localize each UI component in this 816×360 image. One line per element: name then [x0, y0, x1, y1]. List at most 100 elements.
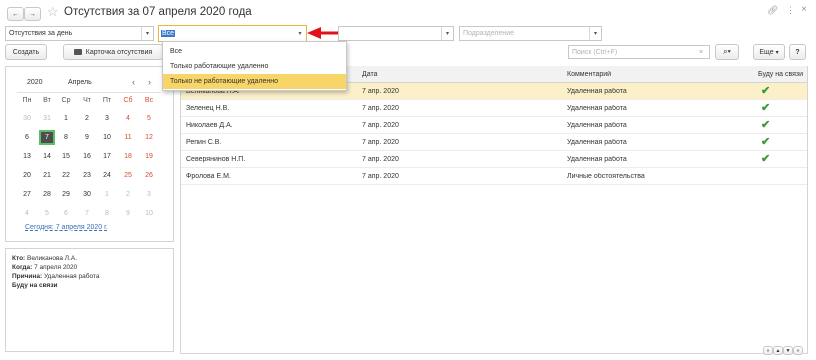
calendar-day[interactable]: 5: [39, 210, 55, 217]
table-nav-buttons: « ▲ ▼ »: [763, 346, 803, 355]
remote-filter-select[interactable]: Все ▾: [158, 25, 307, 42]
table-row[interactable]: Северянинов Н.П. 7 апр. 2020 Удаленная раб…: [181, 151, 807, 168]
period-select-value: Отсутствия за день: [9, 30, 73, 37]
dropdown-option[interactable]: Все: [163, 44, 346, 59]
chevron-down-icon[interactable]: ▾: [441, 27, 453, 40]
dropdown-option[interactable]: Только работающие удаленно: [163, 59, 346, 74]
weekday-label: Пн: [22, 97, 32, 104]
calendar-day[interactable]: 16: [79, 153, 95, 160]
calendar-day[interactable]: 29: [58, 191, 74, 198]
calendar-day[interactable]: 22: [58, 172, 74, 179]
weekday-label: Ср: [61, 97, 71, 104]
table-row[interactable]: Зеленец Н.В. 7 апр. 2020 Удаленная работа ✔: [181, 100, 807, 117]
calendar-day[interactable]: 28: [39, 191, 55, 198]
calendar-day[interactable]: 8: [58, 134, 74, 141]
employee-select[interactable]: ▾: [338, 26, 454, 41]
calendar-day[interactable]: 13: [19, 153, 35, 160]
remote-filter-value: Все: [161, 30, 176, 37]
calendar-day[interactable]: 17: [99, 153, 115, 160]
calendar-day[interactable]: 26: [141, 172, 157, 179]
calendar-day[interactable]: 20: [19, 172, 35, 179]
calendar-day[interactable]: 10: [141, 210, 157, 217]
menu-icon[interactable]: ⋮: [786, 5, 795, 16]
calendar-next-icon[interactable]: ›: [148, 77, 151, 87]
employee-name: Репин С.В.: [186, 139, 222, 146]
first-page-icon[interactable]: «: [763, 346, 773, 355]
calendar-day[interactable]: 21: [39, 172, 55, 179]
calendar-day[interactable]: 12: [141, 134, 157, 141]
forward-button[interactable]: →: [24, 7, 41, 21]
calendar-day[interactable]: 15: [58, 153, 74, 160]
column-comment[interactable]: Комментарий: [567, 71, 611, 78]
calendar-day[interactable]: 1: [99, 191, 115, 198]
absence-comment: Удаленная работа: [567, 156, 627, 163]
department-select[interactable]: Подразделение ▾: [459, 26, 602, 41]
calendar-year[interactable]: 2020: [27, 79, 43, 86]
chevron-down-icon[interactable]: ▾: [141, 27, 153, 40]
calendar-day[interactable]: 3: [99, 115, 115, 122]
column-online[interactable]: Буду на связи: [758, 71, 803, 78]
calendar-day[interactable]: 30: [19, 115, 35, 122]
table-row[interactable]: Николаев Д.А. 7 апр. 2020 Удаленная работа…: [181, 117, 807, 134]
calendar-day[interactable]: 11: [120, 134, 136, 141]
printer-icon: [73, 49, 82, 55]
table-row[interactable]: Фролова Е.М. 7 апр. 2020 Личные обстоятель…: [181, 168, 807, 185]
prev-page-icon[interactable]: ▲: [773, 346, 783, 355]
back-button[interactable]: ←: [7, 7, 24, 21]
more-button[interactable]: Еще ▾: [753, 44, 785, 60]
close-icon[interactable]: ×: [801, 4, 807, 15]
calendar-day[interactable]: 10: [99, 134, 115, 141]
today-link[interactable]: Сегодня: 7 апреля 2020 г.: [25, 224, 108, 231]
calendar-day[interactable]: 30: [79, 191, 95, 198]
calendar-day[interactable]: 5: [141, 115, 157, 122]
absence-card-button[interactable]: Карточка отсутствия: [63, 44, 163, 60]
employee-name: Николаев Д.А.: [186, 122, 233, 129]
column-date[interactable]: Дата: [362, 71, 378, 78]
calendar-day[interactable]: 14: [39, 153, 55, 160]
next-page-icon[interactable]: ▼: [783, 346, 793, 355]
calendar-day[interactable]: 31: [39, 115, 55, 122]
chevron-down-icon[interactable]: ▾: [589, 27, 601, 40]
search-button[interactable]: ⌕▾: [715, 44, 739, 60]
calendar-day[interactable]: 7: [79, 210, 95, 217]
details-reason: Причина: Удаленная работа: [12, 273, 100, 280]
search-icon: ⌕▾: [723, 47, 731, 56]
link-icon[interactable]: 🔗︎: [767, 5, 778, 16]
last-page-icon[interactable]: »: [793, 346, 803, 355]
help-button[interactable]: ?: [789, 44, 806, 60]
star-icon[interactable]: ☆: [47, 4, 59, 20]
details-when: Когда: 7 апреля 2020: [12, 264, 78, 271]
dropdown-option[interactable]: Только не работающие удаленно: [163, 74, 346, 89]
calendar-prev-icon[interactable]: ‹: [132, 77, 135, 87]
calendar-day[interactable]: 25: [120, 172, 136, 179]
calendar-day[interactable]: 24: [99, 172, 115, 179]
checkmark-icon: ✔: [761, 102, 771, 114]
calendar-day[interactable]: 23: [79, 172, 95, 179]
period-select[interactable]: Отсутствия за день ▾: [5, 26, 154, 41]
calendar-day[interactable]: 2: [120, 191, 136, 198]
checkmark-icon: ✔: [761, 85, 771, 97]
calendar-day[interactable]: 7: [39, 130, 55, 145]
calendar-day[interactable]: 6: [19, 134, 35, 141]
calendar-day[interactable]: 4: [120, 115, 136, 122]
calendar-day[interactable]: 1: [58, 115, 74, 122]
search-input[interactable]: Поиск (Ctrl+F) ×: [568, 45, 710, 59]
calendar-day[interactable]: 9: [120, 210, 136, 217]
absence-date: 7 апр. 2020: [362, 122, 399, 129]
calendar-day[interactable]: 27: [19, 191, 35, 198]
clear-icon[interactable]: ×: [699, 49, 709, 56]
calendar-day[interactable]: 8: [99, 210, 115, 217]
calendar-month[interactable]: Апрель: [68, 79, 92, 86]
create-button[interactable]: Создать: [5, 44, 47, 60]
calendar-day[interactable]: 6: [58, 210, 74, 217]
absence-comment: Личные обстоятельства: [567, 173, 645, 180]
absence-comment: Удаленная работа: [567, 122, 627, 129]
calendar-day[interactable]: 9: [79, 134, 95, 141]
calendar-day[interactable]: 18: [120, 153, 136, 160]
table-row[interactable]: Репин С.В. 7 апр. 2020 Удаленная работа ✔: [181, 134, 807, 151]
calendar-day[interactable]: 2: [79, 115, 95, 122]
calendar-day[interactable]: 4: [19, 210, 35, 217]
calendar-day[interactable]: 3: [141, 191, 157, 198]
calendar-day[interactable]: 19: [141, 153, 157, 160]
absence-comment: Удаленная работа: [567, 88, 627, 95]
